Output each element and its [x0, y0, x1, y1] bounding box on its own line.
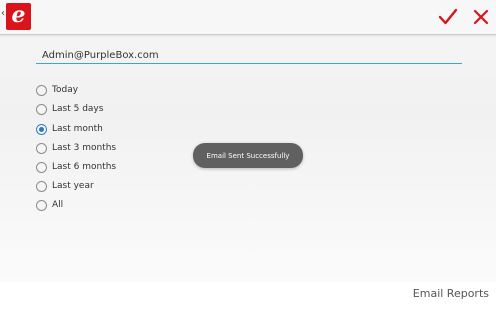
radio-button[interactable]: [36, 84, 47, 96]
close-icon: [473, 9, 489, 25]
radio-label: Last 3 months: [52, 143, 117, 153]
confirm-button[interactable]: [436, 5, 460, 29]
radio-label: Last 5 days: [52, 104, 104, 114]
radio-option-last-6-months[interactable]: Last 6 months: [36, 159, 116, 175]
radio-option-last-3-months[interactable]: Last 3 months: [36, 140, 116, 156]
radio-label: Last month: [52, 124, 103, 134]
radio-button[interactable]: [36, 142, 47, 154]
radio-button[interactable]: [36, 180, 47, 192]
radio-option-last-month[interactable]: Last month: [36, 121, 103, 137]
checkmark-icon: [438, 8, 458, 25]
close-button[interactable]: [469, 5, 493, 29]
app-window: ‹ e Admin@PurpleBox.com Today Last 5 day…: [0, 0, 496, 282]
app-logo: e: [6, 3, 31, 30]
email-field[interactable]: Admin@PurpleBox.com: [36, 48, 462, 64]
radio-option-last-year[interactable]: Last year: [36, 178, 94, 194]
toast-message: Email Sent Successfully: [193, 143, 303, 168]
radio-option-last-5-days[interactable]: Last 5 days: [36, 101, 103, 117]
radio-label: All: [52, 200, 64, 210]
top-bar: ‹ e: [0, 0, 496, 35]
radio-button[interactable]: [36, 199, 47, 211]
radio-label: Today: [52, 85, 79, 95]
radio-button-selected[interactable]: [36, 123, 47, 135]
radio-button[interactable]: [36, 161, 47, 173]
radio-button[interactable]: [36, 103, 47, 115]
radio-label: Last year: [52, 181, 94, 191]
back-chevron-icon[interactable]: ‹: [1, 9, 5, 19]
radio-option-all[interactable]: All: [36, 197, 63, 213]
logo-letter: e: [11, 3, 26, 28]
page-title: Email Reports: [412, 287, 489, 300]
radio-option-today[interactable]: Today: [36, 82, 78, 98]
radio-label: Last 6 months: [52, 162, 117, 172]
